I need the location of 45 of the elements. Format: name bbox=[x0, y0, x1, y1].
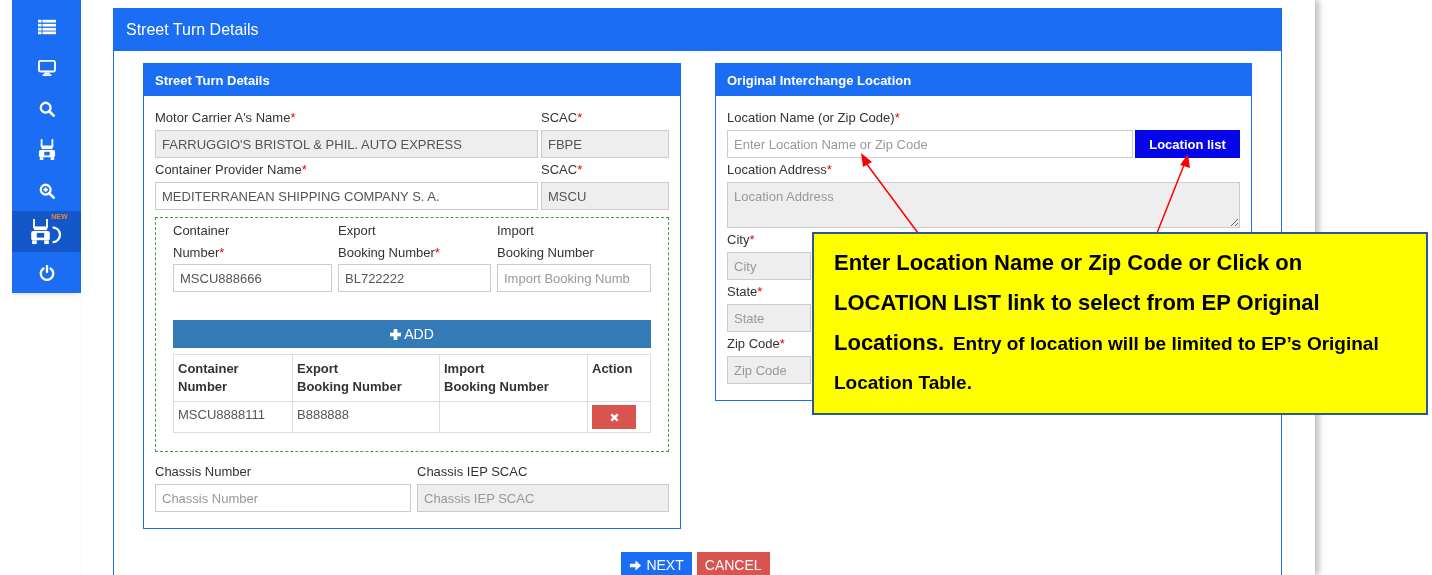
field-label: State* bbox=[727, 283, 763, 301]
column-header: Export Booking Number bbox=[292, 354, 440, 402]
field-label: Location Address* bbox=[727, 161, 832, 179]
truck-return-icon bbox=[29, 218, 64, 245]
field-label: City* bbox=[727, 231, 755, 249]
delete-button[interactable] bbox=[592, 405, 636, 429]
next-button[interactable]: NEXT bbox=[621, 552, 692, 575]
page-title: Street Turn Details bbox=[126, 21, 259, 39]
text-field[interactable]: MSCU888666 bbox=[173, 264, 332, 292]
truck-icon bbox=[37, 138, 56, 161]
panel-title: Original Interchange Location bbox=[727, 72, 912, 88]
column-header: Container Number bbox=[173, 354, 293, 402]
list-icon bbox=[37, 18, 56, 35]
location-field[interactable]: Enter Location Name or Zip Code bbox=[727, 130, 1133, 158]
text-field[interactable]: Chassis Number bbox=[155, 484, 411, 512]
text-field[interactable]: MEDITERRANEAN SHIPPING COMPANY S. A. bbox=[155, 182, 538, 210]
arrow-right-icon bbox=[629, 558, 643, 572]
column-header: Action bbox=[587, 354, 651, 402]
field-label: Location Name (or Zip Code)* bbox=[727, 109, 900, 127]
panel-title: Street Turn Details bbox=[155, 72, 270, 88]
cancel-button[interactable]: CANCEL bbox=[696, 552, 770, 575]
field-label: Container Provider Name* bbox=[155, 161, 307, 179]
table-cell: B888888 bbox=[292, 401, 440, 433]
field-label: Export Booking Number* bbox=[338, 222, 440, 262]
field-label: SCAC* bbox=[541, 161, 583, 179]
close-icon bbox=[609, 412, 619, 422]
zoom-in-icon bbox=[37, 182, 56, 199]
table-cell: MSCU8888111 bbox=[173, 401, 293, 433]
text-field[interactable]: Import Booking Numb bbox=[497, 264, 651, 292]
add-button[interactable]: ADD bbox=[173, 320, 651, 348]
text-field[interactable]: BL722222 bbox=[338, 264, 491, 292]
field-label: Chassis Number bbox=[155, 463, 252, 481]
field-label: Container Number* bbox=[173, 222, 230, 262]
field-label: Motor Carrier A's Name* bbox=[155, 109, 296, 127]
field-label: Zip Code* bbox=[727, 335, 785, 353]
power-icon bbox=[37, 264, 56, 281]
callout-text: Enter Location Name or Zip Code or Click on LOCATION LIST link to select from EP Original Locations. Entry of location will be limited to EP’s Original Location Table. bbox=[834, 249, 1380, 395]
search-icon bbox=[37, 100, 56, 117]
column-header: Import Booking Number bbox=[439, 354, 588, 402]
plus-icon bbox=[390, 328, 402, 340]
monitor-icon bbox=[37, 59, 56, 76]
field-label: Import Booking Number bbox=[497, 222, 594, 262]
location-list-button[interactable]: Location list bbox=[1135, 130, 1240, 158]
field-label: Chassis IEP SCAC bbox=[417, 463, 528, 481]
field-label: SCAC* bbox=[541, 109, 583, 127]
